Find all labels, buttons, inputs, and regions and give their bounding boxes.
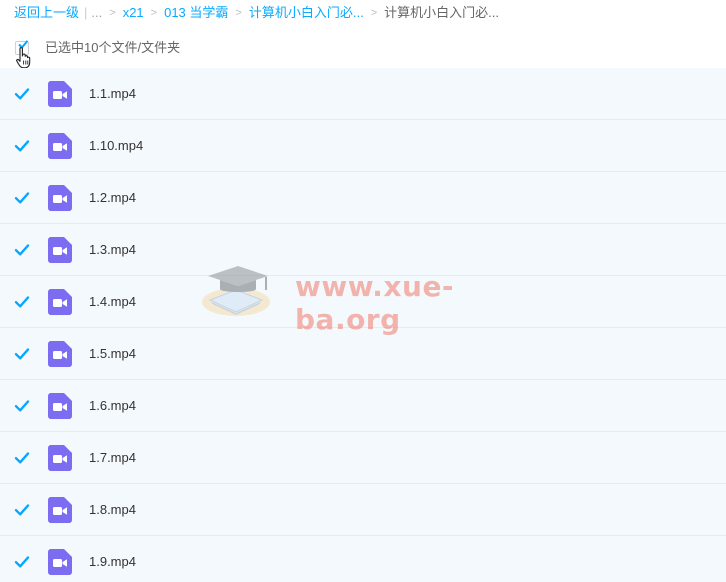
file-name[interactable]: 1.10.mp4 bbox=[89, 138, 143, 154]
breadcrumb-current: 计算机小白入门必... bbox=[384, 5, 499, 20]
file-name[interactable]: 1.5.mp4 bbox=[89, 346, 136, 362]
chevron-right-icon: > bbox=[235, 7, 242, 19]
file-row[interactable]: 1.7.mp4 bbox=[0, 432, 726, 484]
video-file-icon bbox=[48, 185, 72, 211]
file-row[interactable]: 1.3.mp4 bbox=[0, 224, 726, 276]
file-row[interactable]: 1.1.mp4 bbox=[0, 68, 726, 120]
checkbox-checked-icon[interactable] bbox=[14, 242, 30, 258]
checkbox-checked-icon[interactable] bbox=[14, 398, 30, 414]
chevron-right-icon: > bbox=[109, 7, 116, 19]
selection-summary: 已选中10个文件/文件夹 bbox=[45, 40, 181, 55]
file-row[interactable]: 1.6.mp4 bbox=[0, 380, 726, 432]
checkbox-checked-icon[interactable] bbox=[14, 138, 30, 154]
breadcrumb-item-course[interactable]: 计算机小白入门必... bbox=[249, 4, 364, 22]
video-file-icon bbox=[48, 133, 72, 159]
file-row[interactable]: 1.8.mp4 bbox=[0, 484, 726, 536]
checkbox-checked-icon[interactable] bbox=[14, 450, 30, 466]
file-name[interactable]: 1.4.mp4 bbox=[89, 294, 136, 310]
hand-pointer-icon bbox=[16, 47, 31, 69]
file-name[interactable]: 1.2.mp4 bbox=[89, 190, 136, 206]
video-file-icon bbox=[48, 237, 72, 263]
breadcrumb-divider: | bbox=[84, 5, 88, 20]
video-file-icon bbox=[48, 393, 72, 419]
checkbox-checked-icon[interactable] bbox=[14, 190, 30, 206]
video-file-icon bbox=[48, 81, 72, 107]
file-name[interactable]: 1.7.mp4 bbox=[89, 450, 136, 466]
selection-bar: 已选中10个文件/文件夹 bbox=[0, 36, 726, 69]
checkbox-checked-icon[interactable] bbox=[14, 554, 30, 570]
breadcrumb: 返回上一级 | ... > x21 > 013 当学霸 > 计算机小白入门必..… bbox=[14, 4, 499, 22]
chevron-right-icon: > bbox=[150, 7, 158, 19]
video-file-icon bbox=[48, 497, 72, 523]
file-row[interactable]: 1.10.mp4 bbox=[0, 120, 726, 172]
checkbox-checked-icon[interactable] bbox=[14, 86, 30, 102]
video-file-icon bbox=[48, 445, 72, 471]
chevron-right-icon: > bbox=[370, 7, 378, 19]
file-row[interactable]: 1.2.mp4 bbox=[0, 172, 726, 224]
breadcrumb-item-x21[interactable]: x21 bbox=[123, 4, 144, 22]
breadcrumb-ellipsis[interactable]: ... bbox=[91, 4, 102, 22]
file-row[interactable]: 1.9.mp4 bbox=[0, 536, 726, 582]
video-file-icon bbox=[48, 289, 72, 315]
file-name[interactable]: 1.1.mp4 bbox=[89, 86, 136, 102]
back-link[interactable]: 返回上一级 bbox=[14, 4, 79, 22]
checkbox-checked-icon[interactable] bbox=[14, 294, 30, 310]
breadcrumb-item-013[interactable]: 013 当学霸 bbox=[164, 4, 228, 22]
file-name[interactable]: 1.9.mp4 bbox=[89, 554, 136, 570]
video-file-icon bbox=[48, 341, 72, 367]
checkbox-checked-icon[interactable] bbox=[14, 346, 30, 362]
file-list: 1.1.mp4 1.10.mp4 1.2.mp4 1.3.mp4 1.4.mp4 1.5.… bbox=[0, 68, 726, 582]
file-name[interactable]: 1.3.mp4 bbox=[89, 242, 136, 258]
file-row[interactable]: 1.5.mp4 bbox=[0, 328, 726, 380]
file-name[interactable]: 1.8.mp4 bbox=[89, 502, 136, 518]
video-file-icon bbox=[48, 549, 72, 575]
checkbox-checked-icon[interactable] bbox=[14, 502, 30, 518]
file-name[interactable]: 1.6.mp4 bbox=[89, 398, 136, 414]
file-browser: 返回上一级 | ... > x21 > 013 当学霸 > 计算机小白入门必..… bbox=[0, 0, 726, 582]
file-row[interactable]: 1.4.mp4 bbox=[0, 276, 726, 328]
